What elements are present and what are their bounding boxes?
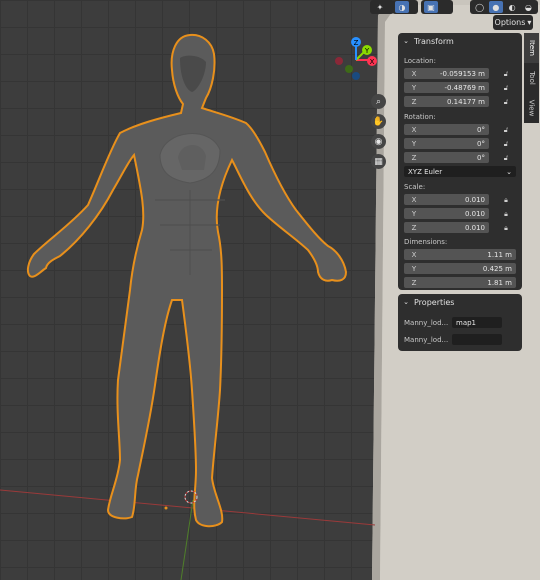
chevron-down-icon: ⌄ — [403, 298, 409, 306]
unlocked-icon[interactable]: 🔓︎ — [502, 154, 510, 162]
location-z-field[interactable]: Z 0.14177 m — [404, 96, 489, 107]
pan-hand-icon[interactable]: ✋ — [371, 114, 386, 129]
lock-icon[interactable]: 🔒︎ — [502, 196, 510, 204]
chevron-down-icon: ⌄ — [403, 37, 409, 45]
dimensions-y-field[interactable]: Y 0.425 m — [404, 263, 516, 274]
rotation-label: Rotation: — [404, 113, 436, 121]
scale-label: Scale: — [404, 183, 426, 191]
rotation-x-field[interactable]: X 0° — [404, 124, 489, 135]
tab-view[interactable]: View — [524, 93, 539, 123]
dimensions-z-field[interactable]: Z 1.81 m — [404, 277, 516, 288]
shading-group[interactable]: ◯ ● ◐ ◒ — [470, 0, 538, 14]
material-shading-icon[interactable]: ◐ — [506, 1, 519, 13]
location-x-field[interactable]: X -0.059153 m — [404, 68, 489, 79]
tab-item[interactable]: Item — [524, 33, 539, 63]
transform-panel: ⌄ Transform Location: X -0.059153 m Y -0.4… — [398, 33, 522, 290]
overlay-icon[interactable]: ◑ — [395, 1, 409, 13]
snap-icon[interactable]: ✦ — [373, 1, 387, 13]
rotation-mode-value: XYZ Euler — [408, 167, 443, 176]
rotation-y-field[interactable]: Y 0° — [404, 138, 489, 149]
transform-panel-header[interactable]: ⌄ Transform — [398, 33, 522, 49]
mannequin-mesh[interactable] — [26, 33, 348, 528]
properties-title: Properties — [414, 297, 455, 307]
properties-panel: ⌄ Properties Manny_lod... map1 Manny_lod… — [398, 294, 522, 351]
gizmo-z-label: Z — [354, 39, 359, 47]
gizmo-x-label: X — [370, 58, 375, 66]
properties-panel-header[interactable]: ⌄ Properties — [398, 294, 522, 310]
location-y-field[interactable]: Y -0.48769 m — [404, 82, 489, 93]
y-axis-floor-line — [180, 499, 194, 580]
options-label: Options — [494, 18, 526, 27]
lock-icon[interactable]: 🔒︎ — [502, 224, 510, 232]
tab-tool[interactable]: Tool — [524, 63, 539, 93]
unlocked-icon[interactable]: 🔓︎ — [502, 126, 510, 134]
rendered-shading-icon[interactable]: ◒ — [522, 1, 535, 13]
unlocked-icon[interactable]: 🔓︎ — [502, 84, 510, 92]
solid-shading-icon[interactable]: ● — [489, 1, 503, 13]
camera-icon[interactable]: ◉ — [371, 134, 386, 149]
gizmo-y-label: Y — [364, 47, 370, 55]
property-label: Manny_lod... — [404, 319, 449, 327]
sidebar-tabs: Item Tool View — [524, 33, 539, 123]
xray-group[interactable]: ▣ — [421, 0, 453, 14]
navigation-gizmo[interactable]: Z Y X — [332, 36, 382, 80]
wireframe-shading-icon[interactable]: ◯ — [473, 1, 486, 13]
scale-z-field[interactable]: Z 0.010 — [404, 222, 489, 233]
chevron-down-icon: ▾ — [527, 18, 532, 27]
unlocked-icon[interactable]: 🔓︎ — [502, 98, 510, 106]
xray-icon[interactable]: ▣ — [424, 1, 438, 13]
lock-icon[interactable]: 🔒︎ — [502, 210, 510, 218]
options-button[interactable]: Options ▾ — [493, 15, 533, 30]
grid-ortho-icon[interactable]: ▦ — [371, 154, 386, 169]
chevron-down-icon: ⌄ — [506, 167, 512, 176]
location-label: Location: — [404, 57, 436, 65]
unlocked-icon[interactable]: 🔓︎ — [502, 70, 510, 78]
rotation-z-field[interactable]: Z 0° — [404, 152, 489, 163]
transform-title: Transform — [414, 36, 454, 46]
unlocked-icon[interactable]: 🔓︎ — [502, 140, 510, 148]
overlay-group[interactable]: ◑ — [392, 0, 418, 14]
snap-group[interactable]: ✦ — [370, 0, 394, 14]
dimensions-label: Dimensions: — [404, 238, 448, 246]
rotation-mode-dropdown[interactable]: XYZ Euler ⌄ — [404, 166, 516, 177]
object-origin — [164, 506, 168, 510]
scale-x-field[interactable]: X 0.010 — [404, 194, 489, 205]
property-label: Manny_lod... — [404, 336, 449, 344]
property-value-field[interactable]: map1 — [452, 317, 502, 328]
x-axis-floor-line — [0, 489, 376, 526]
dimensions-x-field[interactable]: X 1.11 m — [404, 249, 516, 260]
scale-y-field[interactable]: Y 0.010 — [404, 208, 489, 219]
zoom-icon[interactable]: ⌕ — [371, 94, 386, 109]
property-value-field[interactable] — [452, 334, 502, 345]
